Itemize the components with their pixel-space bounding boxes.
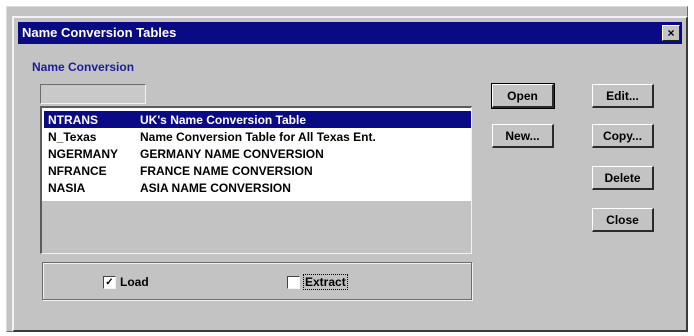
load-label: Load <box>120 275 149 289</box>
list-item-description: GERMANY NAME CONVERSION <box>140 147 324 161</box>
list-item-description: UK's Name Conversion Table <box>140 113 307 127</box>
copy-button[interactable]: Copy... <box>592 124 654 148</box>
open-button[interactable]: Open <box>491 83 555 109</box>
conversion-table-listbox[interactable]: NTRANS UK's Name Conversion Table N_Texa… <box>40 106 472 254</box>
title-bar[interactable]: Name Conversion Tables × <box>18 22 682 44</box>
list-item-code: NASIA <box>48 181 86 195</box>
empty-checkbox-icon <box>287 275 300 289</box>
list-item[interactable]: NTRANS UK's Name Conversion Table <box>44 111 471 128</box>
checkmark-icon: ✓ <box>103 275 116 289</box>
list-item-description: Name Conversion Table for All Texas Ent. <box>140 130 376 144</box>
close-icon: × <box>667 26 675 40</box>
close-button[interactable]: Close <box>592 208 654 232</box>
list-item-code: NFRANCE <box>48 164 107 178</box>
options-group: ✓ Load Extract <box>42 262 472 300</box>
delete-button[interactable]: Delete <box>592 166 654 190</box>
name-conversion-dialog: Name Conversion Tables × Name Conversion… <box>12 16 688 332</box>
list-item-code: NTRANS <box>48 113 98 127</box>
extract-label: Extract <box>303 274 348 290</box>
list-item[interactable]: NASIA ASIA NAME CONVERSION <box>44 179 471 196</box>
list-rows: NTRANS UK's Name Conversion Table N_Texa… <box>44 111 471 201</box>
name-filter-field[interactable] <box>40 84 146 104</box>
list-item[interactable]: NFRANCE FRANCE NAME CONVERSION <box>44 162 471 179</box>
list-item-description: ASIA NAME CONVERSION <box>140 181 291 195</box>
list-item[interactable]: N_Texas Name Conversion Table for All Te… <box>44 128 471 145</box>
close-window-button[interactable]: × <box>662 25 680 41</box>
list-item[interactable]: NGERMANY GERMANY NAME CONVERSION <box>44 145 471 162</box>
new-button[interactable]: New... <box>492 124 554 148</box>
edit-button[interactable]: Edit... <box>592 84 654 108</box>
list-item-description: FRANCE NAME CONVERSION <box>140 164 313 178</box>
load-checkbox[interactable]: ✓ Load <box>103 275 149 289</box>
window-title: Name Conversion Tables <box>22 25 177 40</box>
list-item-code: N_Texas <box>48 130 97 144</box>
extract-checkbox[interactable]: Extract <box>287 274 348 290</box>
list-empty-area <box>42 201 471 253</box>
list-item-code: NGERMANY <box>48 147 119 161</box>
group-label: Name Conversion <box>32 60 135 74</box>
